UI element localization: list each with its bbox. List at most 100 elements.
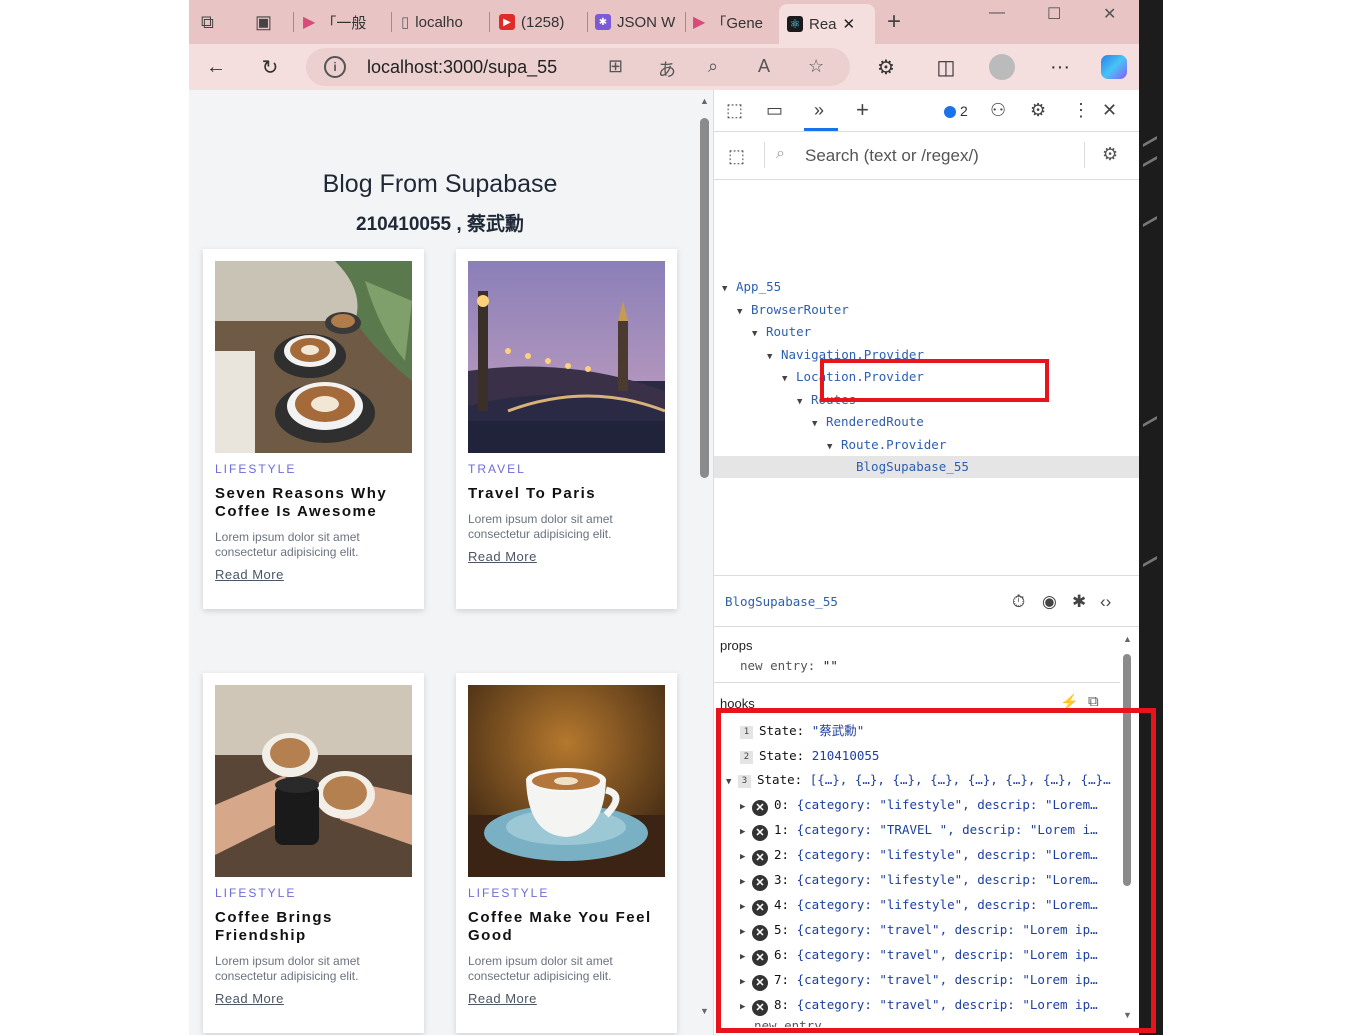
tree-node[interactable]: BlogSupabase_55 xyxy=(714,456,1139,478)
blog-card: LIFESTYLE Coffee Make You Feel Good Lore… xyxy=(456,673,677,1033)
card-title: Coffee Make You Feel Good xyxy=(468,909,652,944)
tab-0[interactable]: ▶ 「一般 xyxy=(303,6,387,38)
close-devtools-icon[interactable]: ✕ xyxy=(1102,100,1117,121)
card-description: Lorem ipsum dolor sit amet consectetur a… xyxy=(468,512,613,541)
new-tab-button[interactable]: + xyxy=(887,6,901,38)
page-scrollbar[interactable]: ▲ ▼ xyxy=(697,90,713,1035)
more-tools-chevron-icon[interactable]: » xyxy=(814,100,824,121)
search-input[interactable]: Search (text or /regex/) xyxy=(805,146,979,166)
extensions-icon[interactable]: ⚙ xyxy=(873,54,899,80)
scrollbar-thumb[interactable] xyxy=(700,118,709,478)
stopwatch-icon[interactable]: ⏱ xyxy=(1012,592,1025,612)
more-menu-icon[interactable]: ··· xyxy=(1047,54,1073,80)
read-more-link[interactable]: Read More xyxy=(215,567,284,582)
kebab-menu-icon[interactable]: ⋮ xyxy=(1072,100,1090,121)
zoom-icon[interactable]: ⌕ xyxy=(708,56,718,77)
close-window-icon[interactable]: ✕ xyxy=(1103,4,1116,24)
app-available-icon[interactable]: ⊞ xyxy=(608,56,623,77)
expand-triangle-icon[interactable]: ▼ xyxy=(797,391,811,413)
tree-node[interactable]: ▼ BrowserRouter xyxy=(714,299,1139,321)
prop-entry[interactable]: new entry: "" xyxy=(740,658,838,673)
settings-gear-icon[interactable]: ⚙ xyxy=(1030,100,1046,121)
tab-4[interactable]: ▶ 「Gene xyxy=(693,6,777,38)
tree-node-label: Route.Provider xyxy=(841,436,947,452)
json-icon: ✱ xyxy=(595,14,611,30)
expand-triangle-icon[interactable]: ▼ xyxy=(812,413,826,435)
blog-card: TRAVEL Travel To Paris Lorem ipsum dolor… xyxy=(456,249,677,609)
translate-icon[interactable]: あ xyxy=(658,56,676,82)
scroll-up-icon[interactable]: ▲ xyxy=(1123,634,1132,644)
play-icon: ▶ xyxy=(303,14,316,31)
workspaces-icon[interactable]: ⧉ xyxy=(201,6,214,38)
tab-strip: ⧉ ▣ ▶ 「一般 ▯ localho ▶ (1258) ✱ JSON W ▶ … xyxy=(189,0,1139,44)
tab-label: JSON W xyxy=(617,13,676,31)
expand-triangle-icon[interactable]: ▼ xyxy=(737,301,751,323)
selected-component-header: BlogSupabase_55 ⏱ ◉ ✱ ‹› xyxy=(714,575,1139,627)
tab-1[interactable]: ▯ localho xyxy=(401,6,485,38)
source-code-icon[interactable]: ‹› xyxy=(1100,592,1111,612)
scroll-up-icon[interactable]: ▲ xyxy=(700,96,709,106)
coffee-cups-image xyxy=(215,261,412,453)
expand-triangle-icon[interactable]: ▼ xyxy=(722,278,736,300)
eye-icon[interactable]: ◉ xyxy=(1042,592,1057,612)
screenshot: ⧉ ▣ ▶ 「一般 ▯ localho ▶ (1258) ✱ JSON W ▶ … xyxy=(0,0,1350,1035)
tree-node-label: RenderedRoute xyxy=(826,414,924,429)
tab-actions-icon[interactable]: ▣ xyxy=(255,6,272,38)
tab-2[interactable]: ▶ (1258) xyxy=(499,6,583,38)
copilot-icon[interactable] xyxy=(1101,54,1127,80)
bug-icon[interactable]: ✱ xyxy=(1072,592,1086,612)
minimize-icon[interactable]: — xyxy=(989,4,1005,22)
back-icon[interactable]: ← xyxy=(203,54,229,80)
profile-avatar-icon[interactable] xyxy=(989,54,1015,80)
inspect-device-icon[interactable]: ⬚ xyxy=(726,100,743,121)
tab-label: Rea xyxy=(809,15,837,33)
select-element-icon[interactable]: ⬚ xyxy=(728,146,745,167)
device-toolbar-icon[interactable]: ▭ xyxy=(766,100,783,121)
issue-icon xyxy=(944,106,956,119)
search-icon: ⌕ xyxy=(776,145,785,162)
selected-component-name: BlogSupabase_55 xyxy=(725,594,838,609)
read-aloud-icon[interactable]: A xyxy=(758,56,770,77)
tab-3[interactable]: ✱ JSON W xyxy=(595,6,681,38)
tree-node[interactable]: ▼ Router xyxy=(714,321,1139,343)
read-more-link[interactable]: Read More xyxy=(215,991,284,1006)
page-subtitle: 210410055 , 蔡武勳 xyxy=(356,214,524,235)
card-description: Lorem ipsum dolor sit amet consectetur a… xyxy=(468,954,613,983)
add-tool-plus-icon[interactable]: + xyxy=(856,97,869,123)
tree-node[interactable]: ▼ App_55 xyxy=(714,276,1139,298)
youtube-icon: ▶ xyxy=(499,14,515,30)
connection-icon[interactable]: ⚇ xyxy=(990,100,1006,121)
expand-triangle-icon[interactable]: ▼ xyxy=(752,323,766,345)
page-title: Blog From Supabase xyxy=(322,170,558,198)
tree-node[interactable]: ▼ Route.Provider xyxy=(714,434,1139,456)
tree-node-label: App_55 xyxy=(736,279,782,294)
active-tab-indicator xyxy=(804,128,838,131)
highlight-box-hooks-state xyxy=(716,708,1156,1033)
favorite-star-icon[interactable]: ☆ xyxy=(808,56,824,77)
props-label: props xyxy=(720,638,753,653)
coffee-toast-image xyxy=(215,685,412,877)
expand-triangle-icon[interactable]: ▼ xyxy=(782,368,796,390)
devtools-tabbar: ⬚ ▭ » + 2 ⚇ ⚙ ⋮ ✕ xyxy=(714,90,1139,132)
expand-triangle-icon[interactable]: ▼ xyxy=(827,436,841,458)
tab-label: localho xyxy=(415,13,463,31)
scroll-down-icon[interactable]: ▼ xyxy=(700,1006,709,1016)
close-tab-icon[interactable]: ✕ xyxy=(843,15,856,33)
blog-card: LIFESTYLE Coffee Brings Friendship Lorem… xyxy=(203,673,424,1033)
tab-label: (1258) xyxy=(521,13,565,31)
tree-node-label: BlogSupabase_55 xyxy=(856,459,969,474)
reload-icon[interactable]: ↻ xyxy=(257,54,283,80)
expand-triangle-icon[interactable]: ▼ xyxy=(767,346,781,368)
split-screen-icon[interactable]: ◫ xyxy=(933,54,959,80)
read-more-link[interactable]: Read More xyxy=(468,549,537,564)
info-icon[interactable]: i xyxy=(324,56,346,78)
blog-card: LIFESTYLE Seven Reasons Why Coffee Is Aw… xyxy=(203,249,424,609)
tab-5-active[interactable]: ⚛ Rea ✕ xyxy=(779,4,875,44)
read-more-link[interactable]: Read More xyxy=(468,991,537,1006)
settings-gear-icon[interactable]: ⚙ xyxy=(1102,144,1118,165)
tree-node[interactable]: ▼ RenderedRoute xyxy=(714,411,1139,433)
tree-node-label: Router xyxy=(766,324,812,339)
issues-badge[interactable]: 2 xyxy=(944,103,968,119)
maximize-icon[interactable]: ☐ xyxy=(1047,4,1061,24)
address-bar[interactable]: i localhost:3000/supa_55 ⊞ あ ⌕ A ☆ xyxy=(306,48,850,86)
